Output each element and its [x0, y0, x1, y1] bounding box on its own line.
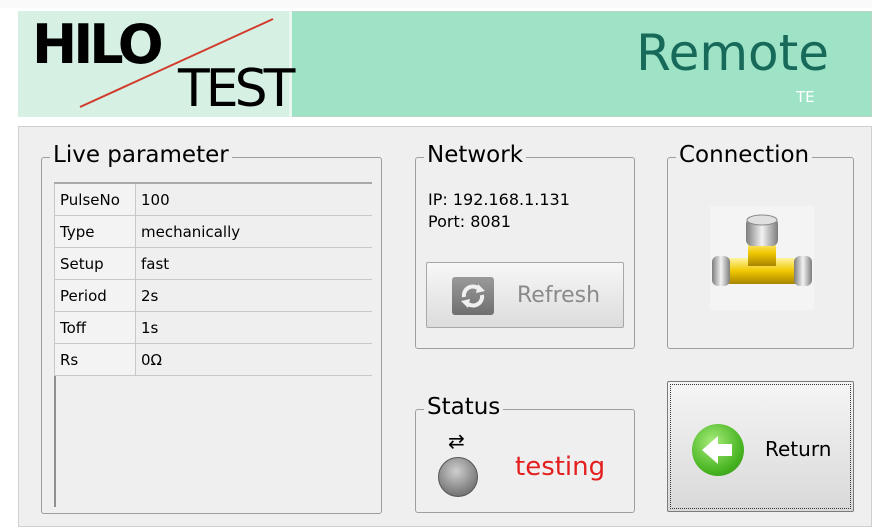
live-parameter-group: Live parameter PulseNo 100 Type mechanic…: [41, 141, 382, 514]
network-legend: Network: [424, 141, 527, 169]
refresh-button[interactable]: Refresh: [426, 262, 624, 328]
status-led-icon: [438, 457, 478, 497]
return-button[interactable]: Return: [667, 381, 854, 512]
param-value: 100: [135, 182, 372, 216]
param-value: 1s: [135, 311, 372, 344]
logo-text-test: TEST: [178, 59, 295, 119]
param-key: Period: [54, 279, 136, 312]
back-arrow-icon: [692, 424, 744, 476]
param-value: fast: [135, 247, 372, 280]
status-text: testing: [515, 452, 606, 482]
table-row[interactable]: Rs 0Ω: [54, 343, 372, 376]
refresh-label: Refresh: [517, 283, 601, 308]
network-ip: IP: 192.168.1.131: [428, 190, 570, 209]
network-port: Port: 8081: [428, 212, 511, 231]
table-row[interactable]: Setup fast: [54, 247, 372, 280]
logo-text-hilo: HILO: [32, 13, 164, 76]
main-panel: Live parameter PulseNo 100 Type mechanic…: [18, 126, 872, 527]
param-key: Toff: [54, 311, 136, 344]
page-title: Remote: [636, 24, 829, 82]
table-row[interactable]: Type mechanically: [54, 215, 372, 248]
hilo-test-logo: HILO TEST: [18, 11, 295, 119]
param-key: Type: [54, 215, 136, 248]
page-subtitle: TE: [796, 88, 815, 106]
status-legend: Status: [424, 393, 504, 421]
refresh-icon: [452, 277, 494, 315]
table-row[interactable]: Period 2s: [54, 279, 372, 312]
param-value: mechanically: [135, 215, 372, 248]
top-edge: [0, 0, 872, 8]
param-value: 0Ω: [135, 343, 372, 376]
table-row[interactable]: Toff 1s: [54, 311, 372, 344]
table-row[interactable]: PulseNo 100: [54, 182, 372, 216]
status-group: Status ⇄ testing: [415, 393, 635, 513]
param-value: 2s: [135, 279, 372, 312]
param-key: PulseNo: [54, 182, 136, 216]
swap-arrows-icon: ⇄: [448, 429, 465, 453]
param-key: Setup: [54, 247, 136, 280]
live-parameter-legend: Live parameter: [50, 141, 232, 169]
parameter-table[interactable]: PulseNo 100 Type mechanically Setup fast…: [54, 182, 372, 376]
param-key: Rs: [54, 343, 136, 376]
connection-legend: Connection: [676, 141, 813, 169]
network-group: Network IP: 192.168.1.131 Port: 8081 Ref…: [415, 141, 635, 349]
return-label: Return: [765, 437, 832, 461]
connection-group: Connection: [667, 141, 854, 349]
pipe-connector-icon: [710, 206, 814, 310]
